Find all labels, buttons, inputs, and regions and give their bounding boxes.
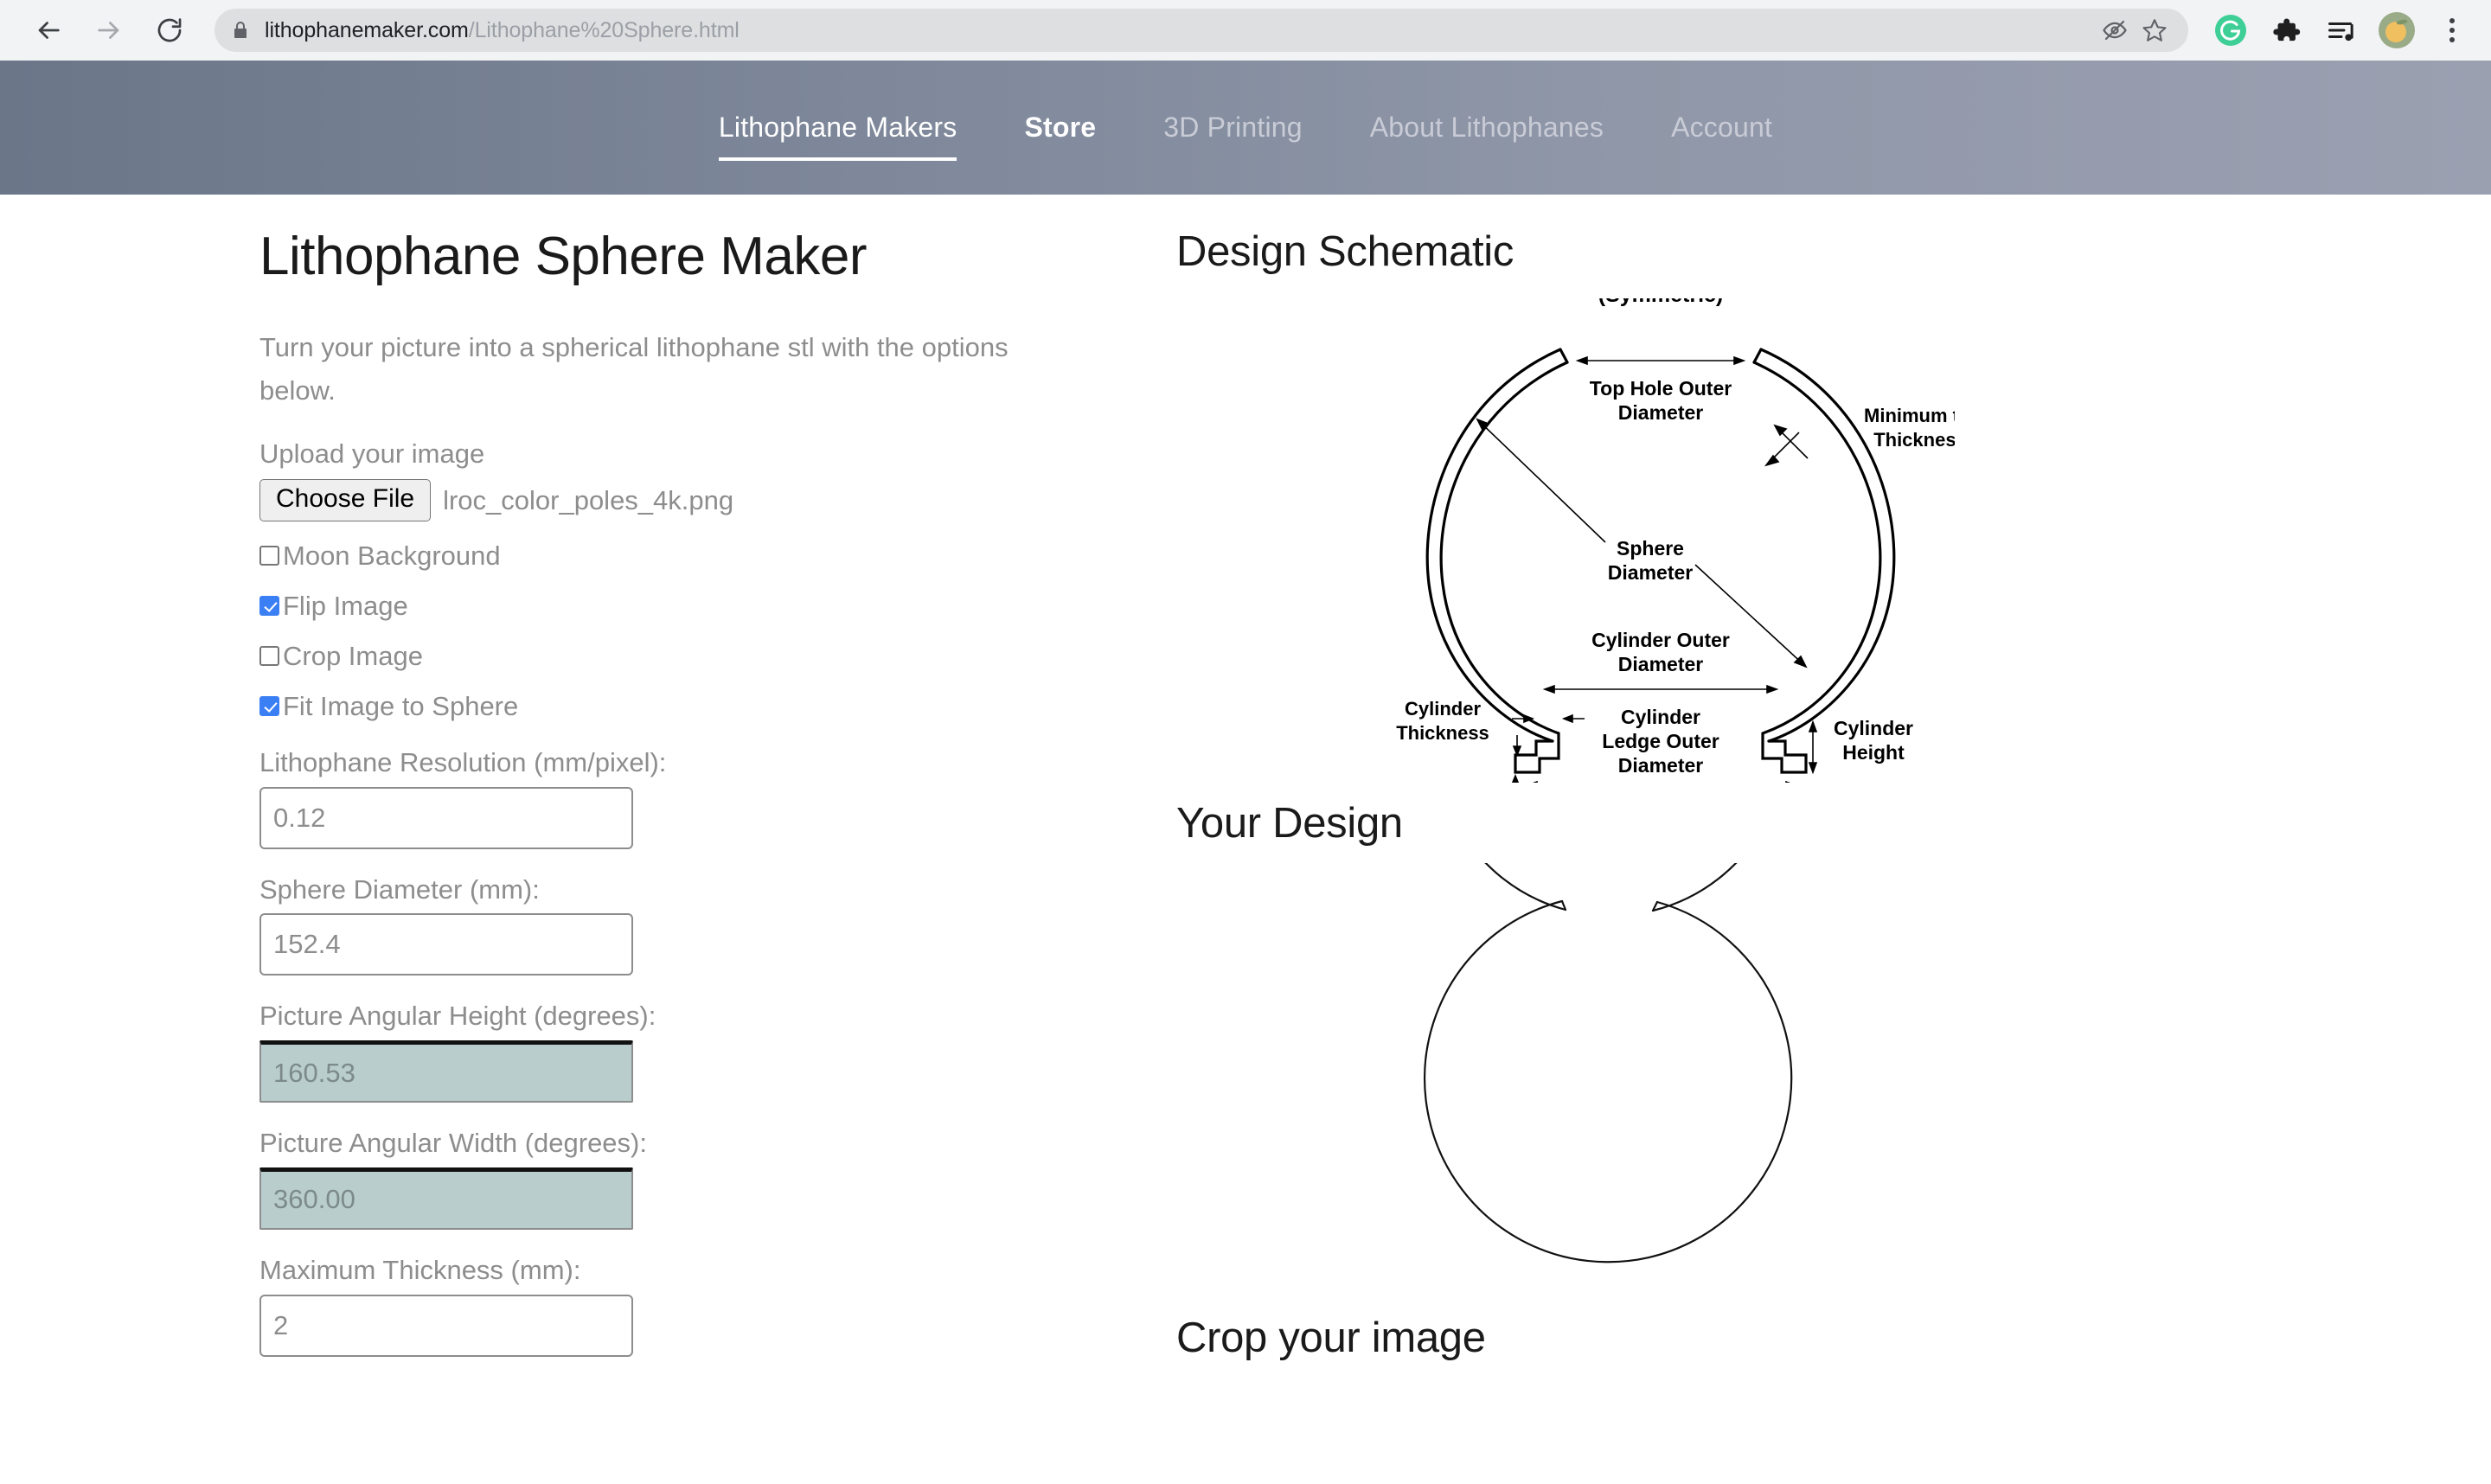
your-design-preview bbox=[1393, 565, 1842, 1300]
label-lithophane-resolution: Lithophane Resolution (mm/pixel): bbox=[259, 746, 667, 777]
checkbox-label-fit-image-to-sphere: Fit Image to Sphere bbox=[283, 690, 519, 721]
star-icon[interactable] bbox=[2136, 12, 2173, 48]
schematic-label-cyl-ledge-1: Cylinder bbox=[1621, 706, 1700, 728]
url-domain: lithophanemaker.com bbox=[265, 17, 469, 42]
page-content: Lithophane Sphere Maker Turn your pictur… bbox=[0, 195, 2491, 1484]
input-maximum-thickness[interactable]: 2 bbox=[259, 1294, 633, 1357]
schematic-label-top-hole-1: Top Hole Outer bbox=[1590, 377, 1732, 400]
reload-icon[interactable] bbox=[142, 3, 197, 58]
nav-item-store[interactable]: Store bbox=[990, 112, 1130, 144]
input-picture-angular-width[interactable]: 360.00 bbox=[259, 1167, 633, 1230]
checkbox-row-flip-image[interactable]: Flip Image bbox=[259, 591, 1021, 622]
nav-item-account[interactable]: Account bbox=[1637, 112, 1806, 144]
schematic-label-cyl-thick-2: Thickness bbox=[1396, 722, 1489, 744]
checkbox-row-crop-image[interactable]: Crop Image bbox=[259, 641, 1021, 672]
your-design-title: Your Design bbox=[1176, 800, 1403, 847]
schematic-label-cyl-thick-1: Cylinder bbox=[1405, 698, 1481, 720]
grammarly-icon[interactable] bbox=[2212, 12, 2249, 48]
schematic-label-cyl-height-2: Height bbox=[1842, 741, 1905, 764]
label-maximum-thickness: Maximum Thickness (mm): bbox=[259, 1254, 581, 1285]
checkbox-moon-background[interactable] bbox=[259, 546, 279, 566]
design-schematic-title: Design Schematic bbox=[1176, 228, 1514, 275]
label-picture-angular-width: Picture Angular Width (degrees): bbox=[259, 1128, 647, 1159]
nav-item-about-lithophanes[interactable]: About Lithophanes bbox=[1336, 112, 1637, 144]
checkbox-label-moon-background: Moon Background bbox=[283, 540, 501, 571]
page-subtitle: Turn your picture into a spherical litho… bbox=[259, 332, 1009, 406]
label-picture-angular-height: Picture Angular Height (degrees): bbox=[259, 1001, 656, 1032]
page-title: Lithophane Sphere Maker bbox=[259, 227, 867, 286]
url-path: /Lithophane%20Sphere.html bbox=[468, 17, 740, 42]
design-schematic-diagram: SIDE VIEW (Symmetric) Top Hole Outer Dia… bbox=[1367, 259, 2064, 791]
checkbox-fit-image-to-sphere[interactable] bbox=[259, 696, 279, 717]
preview-column: Design Schematic Top Hole Outer Diameter… bbox=[1021, 195, 2491, 1484]
checkbox-crop-image[interactable] bbox=[259, 646, 279, 667]
schematic-label-cyl-outer-2: Diameter bbox=[1618, 653, 1703, 675]
schematic-label-top-hole-2: Diameter bbox=[1618, 401, 1703, 424]
schematic-label-sphere-1: Sphere bbox=[1617, 537, 1684, 560]
nav-item-3d-printing[interactable]: 3D Printing bbox=[1130, 112, 1336, 144]
input-sphere-diameter[interactable]: 152.4 bbox=[259, 913, 633, 976]
schematic-label-min-max-2: Thickness bbox=[1873, 429, 1955, 451]
back-arrow-icon[interactable] bbox=[21, 3, 76, 58]
form-column: Lithophane Sphere Maker Turn your pictur… bbox=[0, 195, 1021, 1484]
browser-toolbar: lithophanemaker.com/Lithophane%20Sphere.… bbox=[0, 0, 2491, 61]
label-sphere-diameter: Sphere Diameter (mm): bbox=[259, 873, 540, 905]
input-lithophane-resolution[interactable]: 0.12 bbox=[259, 786, 633, 849]
checkbox-row-moon-background[interactable]: Moon Background bbox=[259, 541, 1021, 572]
checkbox-label-flip-image: Flip Image bbox=[283, 590, 408, 621]
input-picture-angular-height[interactable]: 160.53 bbox=[259, 1040, 633, 1103]
checkbox-flip-image[interactable] bbox=[259, 596, 279, 617]
choose-file-button[interactable]: Choose File bbox=[259, 479, 432, 521]
lock-icon bbox=[230, 20, 251, 41]
uploaded-file-name: lroc_color_poles_4k.png bbox=[443, 484, 734, 515]
url-text: lithophanemaker.com/Lithophane%20Sphere.… bbox=[265, 18, 740, 43]
site-navigation: Lithophane Makers Store 3D Printing Abou… bbox=[0, 61, 2491, 195]
eye-off-icon[interactable] bbox=[2097, 12, 2133, 48]
omnibox-actions bbox=[2097, 12, 2173, 48]
upload-label: Upload your image bbox=[259, 438, 485, 469]
browser-extension-icons bbox=[2193, 12, 2470, 48]
three-dots-menu-icon[interactable] bbox=[2434, 12, 2470, 48]
schematic-label-cyl-ledge-2: Ledge Outer bbox=[1602, 730, 1719, 752]
schematic-label-cyl-outer-1: Cylinder Outer bbox=[1591, 629, 1730, 651]
schematic-label-sphere-2: Diameter bbox=[1608, 561, 1693, 584]
crop-your-image-title: Crop your image bbox=[1176, 1314, 1486, 1361]
address-bar[interactable]: lithophanemaker.com/Lithophane%20Sphere.… bbox=[215, 9, 2188, 52]
checkbox-label-crop-image: Crop Image bbox=[283, 640, 423, 671]
forward-arrow-icon[interactable] bbox=[81, 3, 137, 58]
media-playlist-icon[interactable] bbox=[2323, 12, 2360, 48]
avatar-fruit-icon bbox=[2385, 22, 2406, 42]
schematic-label-cyl-ledge-3: Diameter bbox=[1618, 754, 1703, 777]
schematic-label-cyl-height-1: Cylinder bbox=[1834, 717, 1913, 739]
avatar[interactable] bbox=[2379, 12, 2415, 48]
nav-item-lithophane-makers[interactable]: Lithophane Makers bbox=[685, 112, 991, 161]
checkbox-row-fit-image-to-sphere[interactable]: Fit Image to Sphere bbox=[259, 691, 1021, 722]
schematic-label-min-max-1: Minimum to Maximum bbox=[1864, 405, 1955, 426]
extensions-puzzle-icon[interactable] bbox=[2268, 12, 2304, 48]
schematic-label-side-view-2: (Symmetric) bbox=[1598, 298, 1724, 307]
file-upload-row: Choose File lroc_color_poles_4k.png bbox=[259, 479, 1021, 521]
